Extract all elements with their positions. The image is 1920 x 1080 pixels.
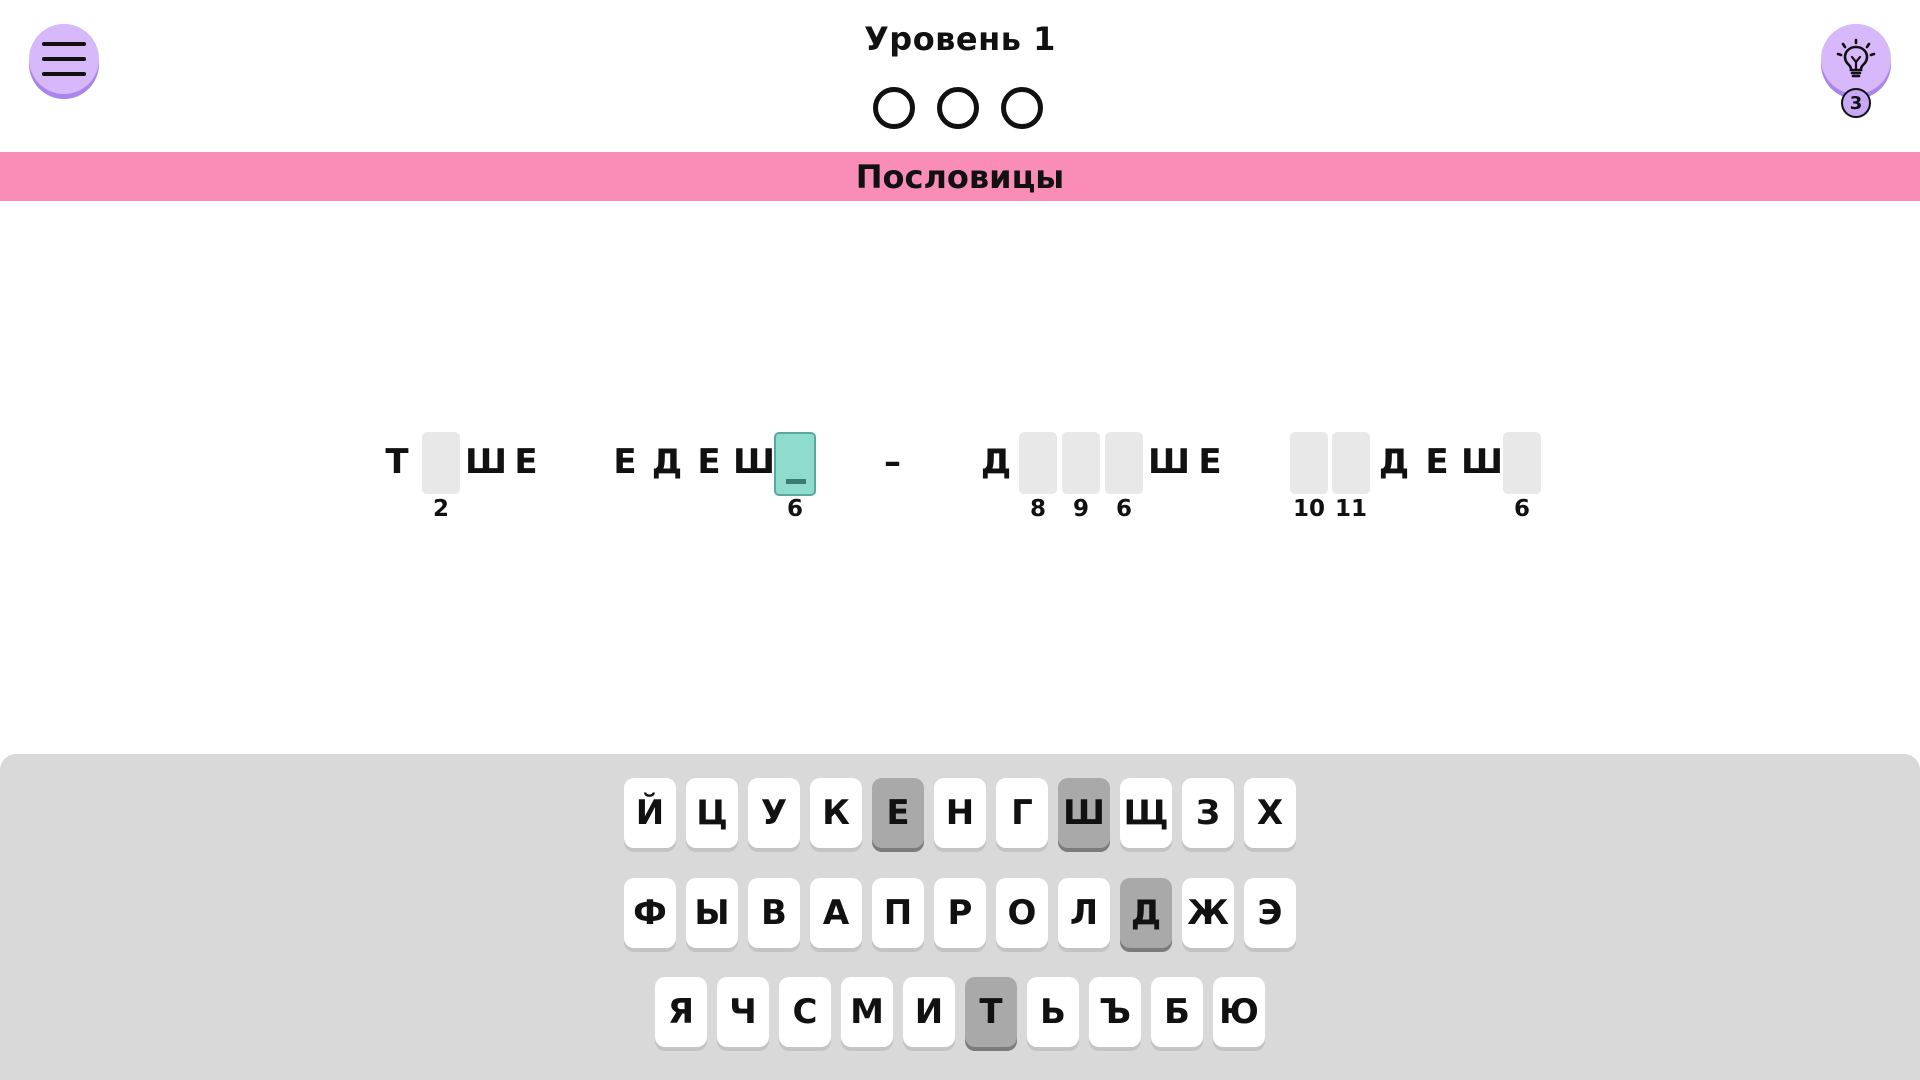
revealed-letter: Т xyxy=(385,442,409,482)
puzzle-letter: Ш xyxy=(1148,430,1191,494)
puzzle-letter: Д xyxy=(1375,430,1413,494)
active-letter-slot[interactable]: 6 xyxy=(774,430,816,522)
puzzle-letter: Ш xyxy=(465,430,508,494)
letter-slot[interactable]: 11 xyxy=(1332,430,1370,522)
revealed-letter: Д xyxy=(651,442,683,482)
revealed-letter: Ш xyxy=(733,442,776,482)
key-Е[interactable]: Е xyxy=(872,778,924,848)
key-Ч[interactable]: Ч xyxy=(717,977,769,1047)
phrase-dash: – xyxy=(884,442,901,482)
key-У[interactable]: У xyxy=(748,778,800,848)
key-З[interactable]: З xyxy=(1182,778,1234,848)
key-К[interactable]: К xyxy=(810,778,862,848)
revealed-letter: Е xyxy=(1198,442,1222,482)
revealed-letter: Д xyxy=(1378,442,1410,482)
key-Ц[interactable]: Ц xyxy=(686,778,738,848)
key-Д[interactable]: Д xyxy=(1120,878,1172,948)
key-Н[interactable]: Н xyxy=(934,778,986,848)
slot-number: 6 xyxy=(1115,496,1132,522)
slot-box[interactable] xyxy=(1105,432,1143,494)
key-Й[interactable]: Й xyxy=(624,778,676,848)
key-Х[interactable]: Х xyxy=(1244,778,1296,848)
slot-box[interactable] xyxy=(1019,432,1057,494)
slot-number: 2 xyxy=(432,496,449,522)
puzzle-letter: Е xyxy=(1418,430,1456,494)
key-Ж[interactable]: Ж xyxy=(1182,878,1234,948)
slot-number: 6 xyxy=(1513,496,1530,522)
revealed-letter: Ш xyxy=(1461,442,1504,482)
hint-button[interactable]: 3 xyxy=(1821,24,1891,118)
key-П[interactable]: П xyxy=(872,878,924,948)
category-label: Пословицы xyxy=(855,157,1065,196)
key-М[interactable]: М xyxy=(841,977,893,1047)
puzzle-letter: Ш xyxy=(1461,430,1504,494)
puzzle-letter: Е xyxy=(507,430,545,494)
key-Ы[interactable]: Ы xyxy=(686,878,738,948)
puzzle-letter: Е xyxy=(606,430,644,494)
key-И[interactable]: И xyxy=(903,977,955,1047)
puzzle-letter: Т xyxy=(378,430,416,494)
slot-box[interactable] xyxy=(1062,432,1100,494)
progress-dot xyxy=(937,87,979,129)
key-А[interactable]: А xyxy=(810,878,862,948)
key-Я[interactable]: Я xyxy=(655,977,707,1047)
text-cursor xyxy=(786,479,806,484)
slot-box[interactable] xyxy=(774,432,816,496)
key-Ь[interactable]: Ь xyxy=(1027,977,1079,1047)
revealed-letter: Д xyxy=(980,442,1012,482)
keyboard-row: ЯЧСМИТЬЪБЮ xyxy=(0,977,1920,1047)
puzzle-letter: Е xyxy=(690,430,728,494)
slot-box[interactable] xyxy=(1290,432,1328,494)
key-Ю[interactable]: Ю xyxy=(1213,977,1265,1047)
progress-dot xyxy=(873,87,915,129)
puzzle-letter: Д xyxy=(648,430,686,494)
slot-box[interactable] xyxy=(1332,432,1370,494)
level-progress xyxy=(873,87,1043,129)
key-Ъ[interactable]: Ъ xyxy=(1089,977,1141,1047)
key-Р[interactable]: Р xyxy=(934,878,986,948)
puzzle-letter: Д xyxy=(977,430,1015,494)
key-Ш[interactable]: Ш xyxy=(1058,778,1110,848)
slot-number: 6 xyxy=(786,496,803,522)
letter-slot[interactable]: 8 xyxy=(1019,430,1057,522)
revealed-letter: Ш xyxy=(465,442,508,482)
revealed-letter: Е xyxy=(613,442,637,482)
puzzle-letter: Е xyxy=(1191,430,1229,494)
letter-slot[interactable]: 6 xyxy=(1105,430,1143,522)
progress-dot xyxy=(1001,87,1043,129)
key-Т[interactable]: Т xyxy=(965,977,1017,1047)
hint-count-badge: 3 xyxy=(1841,88,1871,118)
puzzle-phrase: Т 2 Ш Е Е Д Е Ш 6 Д 8 9 6 Ш Е 10 11 Д Е Ш 6– xyxy=(0,430,1920,540)
letter-slot[interactable]: 6 xyxy=(1503,430,1541,522)
letter-keyboard: ЙЦУКЕНГШЩЗХ ФЫВАПРОЛДЖЭ ЯЧСМИТЬЪБЮ xyxy=(0,754,1920,1080)
keyboard-row: ФЫВАПРОЛДЖЭ xyxy=(0,878,1920,948)
slot-number: 11 xyxy=(1334,496,1367,522)
letter-slot[interactable]: 2 xyxy=(422,430,460,522)
key-С[interactable]: С xyxy=(779,977,831,1047)
key-Л[interactable]: Л xyxy=(1058,878,1110,948)
key-Б[interactable]: Б xyxy=(1151,977,1203,1047)
slot-box[interactable] xyxy=(1503,432,1541,494)
key-Ф[interactable]: Ф xyxy=(624,878,676,948)
letter-slot[interactable]: 10 xyxy=(1290,430,1328,522)
key-В[interactable]: В xyxy=(748,878,800,948)
keyboard-row: ЙЦУКЕНГШЩЗХ xyxy=(0,778,1920,848)
revealed-letter: Е xyxy=(514,442,538,482)
revealed-letter: Ш xyxy=(1148,442,1191,482)
lightbulb-icon xyxy=(1836,38,1876,78)
key-Г[interactable]: Г xyxy=(996,778,1048,848)
key-О[interactable]: О xyxy=(996,878,1048,948)
category-banner: Пословицы xyxy=(0,152,1920,201)
letter-slot[interactable]: 9 xyxy=(1062,430,1100,522)
level-title: Уровень 1 xyxy=(864,20,1056,58)
key-Щ[interactable]: Щ xyxy=(1120,778,1172,848)
puzzle-letter: Ш xyxy=(733,430,776,494)
key-Э[interactable]: Э xyxy=(1244,878,1296,948)
slot-box[interactable] xyxy=(422,432,460,494)
revealed-letter: Е xyxy=(697,442,721,482)
revealed-letter: Е xyxy=(1425,442,1449,482)
